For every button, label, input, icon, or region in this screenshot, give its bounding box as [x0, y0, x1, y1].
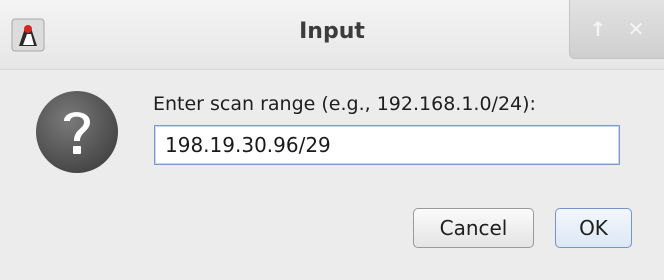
window-title: Input: [299, 19, 365, 44]
title-bar[interactable]: Input ↑ ✕: [0, 0, 664, 70]
up-arrow-icon[interactable]: ↑: [586, 17, 610, 41]
close-icon[interactable]: ✕: [624, 17, 648, 41]
prompt-label: Enter scan range (e.g., 192.168.1.0/24):: [153, 93, 536, 115]
ok-button[interactable]: OK: [555, 208, 632, 248]
window-controls: ↑ ✕: [569, 0, 664, 59]
question-icon: [36, 91, 118, 173]
cancel-button[interactable]: Cancel: [413, 208, 534, 248]
scan-range-input[interactable]: [154, 125, 620, 165]
input-dialog-window: Input ↑ ✕ Enter scan range (e.g., 192.16…: [0, 0, 664, 280]
